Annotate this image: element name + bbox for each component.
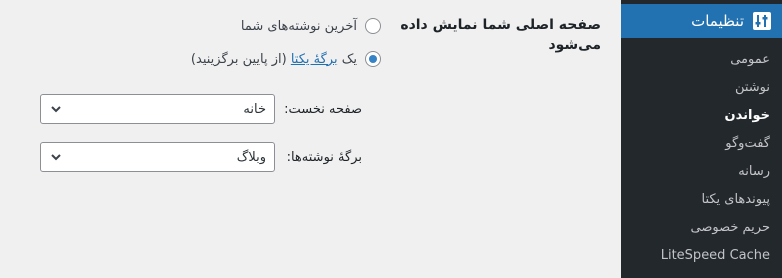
section-label-line1: صفحه اصلی شما نمایش داده — [400, 17, 601, 33]
admin-sidebar: تنظیمات عمومی نوشتن خواندن گفت‌وگو رسانه… — [613, 0, 782, 278]
sidebar-item-settings[interactable]: تنظیمات — [613, 4, 782, 38]
sidebar-item-writing[interactable]: نوشتن — [621, 74, 782, 102]
radio-label-suffix: (از پایین برگزینید) — [190, 51, 287, 67]
chevron-down-icon — [51, 154, 61, 161]
homepage-select[interactable]: خانه — [40, 94, 275, 124]
radio-label-prefix: یک — [341, 51, 357, 67]
homepage-field: صفحه نخست: خانه — [37, 94, 362, 124]
sidebar-item-general[interactable]: عمومی — [621, 46, 782, 74]
sidebar-item-reading[interactable]: خواندن — [621, 102, 782, 130]
settings-submenu: عمومی نوشتن خواندن گفت‌وگو رسانه پیوندها… — [621, 46, 782, 270]
settings-sliders-icon — [753, 12, 771, 30]
radio-label-latest-posts: آخرین نوشته‌های شما — [240, 18, 357, 34]
sidebar-item-media[interactable]: رسانه — [621, 158, 782, 186]
homepage-displays-label: صفحه اصلی شما نمایش داده می‌شود — [391, 15, 601, 55]
active-menu-pointer — [613, 13, 621, 29]
homepage-label: صفحه نخست: — [284, 101, 362, 117]
sidebar-header-label: تنظیمات — [691, 12, 744, 30]
homepage-select-value: خانه — [243, 101, 266, 117]
posts-page-select[interactable]: وبلاگ — [40, 142, 275, 172]
posts-page-field: برگهٔ نوشته‌ها: وبلاگ — [37, 142, 362, 172]
sidebar-item-permalinks[interactable]: پیوندهای یکتا — [621, 186, 782, 214]
sidebar-item-litespeed-cache[interactable]: LiteSpeed Cache — [621, 242, 782, 270]
static-page-link[interactable]: برگهٔ یکتا — [291, 52, 338, 67]
radio-option-static-page[interactable]: یک برگهٔ یکتا (از پایین برگزینید) — [191, 51, 381, 67]
sidebar-item-discussion[interactable]: گفت‌وگو — [621, 130, 782, 158]
section-label-line2: می‌شود — [548, 37, 601, 53]
radio-option-latest-posts[interactable]: آخرین نوشته‌های شما — [241, 18, 381, 34]
reading-settings-panel: صفحه اصلی شما نمایش داده می‌شود آخرین نو… — [0, 0, 621, 278]
radio-latest-posts[interactable] — [365, 18, 381, 34]
posts-page-label: برگهٔ نوشته‌ها: — [286, 149, 362, 165]
radio-static-page[interactable] — [365, 51, 381, 67]
posts-page-select-value: وبلاگ — [236, 149, 266, 165]
sidebar-item-privacy[interactable]: حریم خصوصی — [621, 214, 782, 242]
chevron-down-icon — [51, 106, 61, 113]
